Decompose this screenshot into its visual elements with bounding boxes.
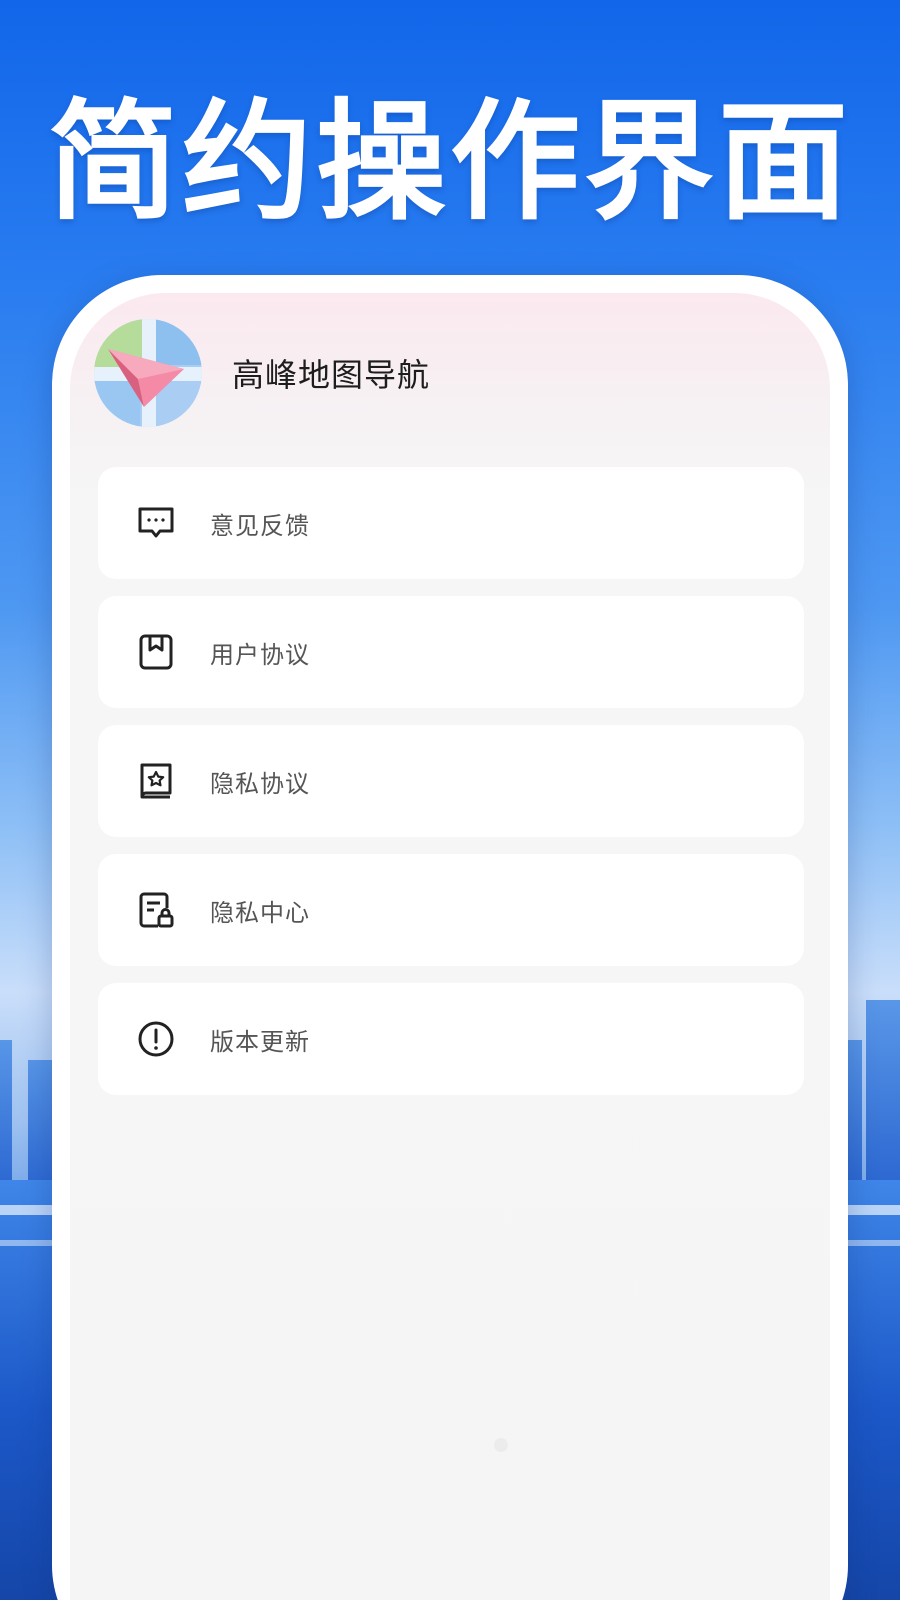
menu-item-feedback[interactable]: 意见反馈 xyxy=(98,467,804,579)
star-book-icon xyxy=(136,761,176,801)
bookmark-document-icon xyxy=(136,632,176,672)
chat-bubble-icon xyxy=(136,503,176,543)
menu-item-label: 版本更新 xyxy=(210,1027,310,1056)
menu-item-version-update[interactable]: 版本更新 xyxy=(98,983,804,1095)
menu-item-privacy-center[interactable]: 隐私中心 xyxy=(98,854,804,966)
menu-item-label: 意见反馈 xyxy=(210,511,310,540)
promo-headline: 简约操作界面 xyxy=(47,86,852,238)
menu-item-user-agreement[interactable]: 用户协议 xyxy=(98,596,804,708)
settings-menu: 意见反馈 用户协议 隐私协议 隐私中心 版本更新 xyxy=(98,467,804,1112)
menu-item-label: 隐私协议 xyxy=(210,769,310,798)
info-circle-icon xyxy=(136,1019,176,1059)
phone-frame: 高峰地图导航 意见反馈 用户协议 隐私协议 隐私中心 版本更新 xyxy=(52,275,848,1600)
app-header: 高峰地图导航 xyxy=(94,313,430,433)
page-indicator-dot xyxy=(494,1438,508,1452)
paper-plane-map-icon xyxy=(94,319,202,427)
menu-item-label: 用户协议 xyxy=(210,640,310,669)
app-name: 高峰地图导航 xyxy=(232,356,431,394)
menu-item-label: 隐私中心 xyxy=(210,898,310,927)
menu-item-privacy-agreement[interactable]: 隐私协议 xyxy=(98,725,804,837)
document-lock-icon xyxy=(136,890,176,930)
phone-screen: 高峰地图导航 意见反馈 用户协议 隐私协议 隐私中心 版本更新 xyxy=(70,293,830,1600)
